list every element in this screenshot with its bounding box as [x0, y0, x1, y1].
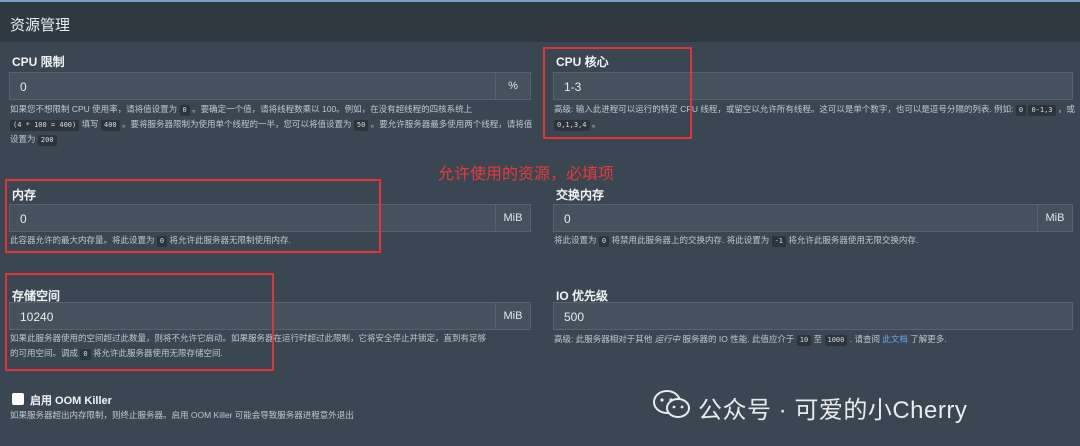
cpu-limit-help: 如果您不想限制 CPU 使用率，请将值设置为 0 。要确定一个值，请将线程数乘以…: [10, 104, 533, 146]
cpu-cores-highlight: [543, 47, 692, 139]
swap-help: 将此设置为 0 将禁用此服务器上的交换内存. 将此设置为 -1 将允许此服务器使…: [554, 235, 919, 247]
oom-killer-checkbox[interactable]: [12, 393, 24, 405]
storage-highlight: [5, 273, 274, 371]
resource-management-panel: 资源管理 CPU 限制 0 % 如果您不想限制 CPU 使用率，请将值设置为 0…: [0, 0, 1080, 446]
section-title: 资源管理: [10, 17, 71, 34]
swap-label: 交换内存: [556, 188, 605, 202]
cpu-limit-value: 0: [20, 80, 27, 94]
swap-value: 0: [564, 212, 571, 226]
cpu-limit-label: CPU 限制: [12, 55, 65, 69]
memory-unit: MiB: [495, 205, 530, 231]
panel-header: 资源管理: [0, 2, 1080, 42]
oom-killer-label: 启用 OOM Killer: [30, 395, 112, 407]
required-resources-annotation: 允许使用的资源，必填项: [438, 166, 615, 183]
storage-unit: MiB: [495, 303, 530, 329]
memory-highlight: [5, 179, 381, 253]
io-priority-help: 高级: 此服务器相对于其他 运行中 服务器的 IO 性能. 此值应介于 10 至…: [554, 334, 947, 346]
io-priority-value: 500: [564, 310, 585, 324]
watermark-text: 公众号 · 可爱的小Cherry: [698, 397, 968, 424]
cpu-limit-unit: %: [495, 73, 530, 99]
swap-input[interactable]: 0 MiB: [553, 204, 1073, 232]
io-priority-input[interactable]: 500: [553, 302, 1073, 330]
cpu-limit-input[interactable]: 0 %: [9, 72, 531, 100]
wechat-icon: [653, 390, 690, 418]
swap-unit: MiB: [1037, 205, 1072, 231]
io-docs-link[interactable]: 此文档: [882, 334, 908, 344]
oom-killer-help: 如果服务器超出内存限制，则终止服务器。启用 OOM Killer 可能会导致服务…: [10, 410, 354, 420]
